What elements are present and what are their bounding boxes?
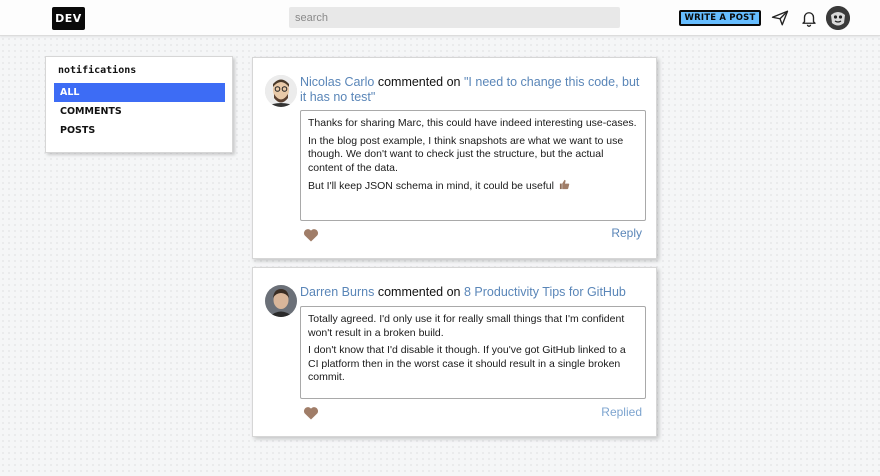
action-text: commented on	[377, 75, 461, 89]
comment-body: Totally agreed. I'd only use it for real…	[300, 306, 646, 399]
action-text: commented on	[377, 285, 461, 299]
user-avatar[interactable]	[826, 6, 850, 30]
notification-card: Nicolas Carlo commented on "I need to ch…	[252, 57, 657, 259]
comment-paragraph: I don't know that I'd disable it though.…	[308, 344, 626, 383]
comment-body: Thanks for sharing Marc, this could have…	[300, 110, 646, 221]
author-avatar[interactable]	[265, 75, 297, 107]
dev-logo[interactable]: DEV	[52, 7, 85, 30]
top-navigation-bar: DEV WRITE A POST	[0, 0, 880, 36]
author-avatar[interactable]	[265, 285, 297, 317]
post-title-link[interactable]: 8 Productivity Tips for GitHub	[464, 285, 626, 299]
send-icon[interactable]	[771, 9, 789, 27]
sidebar-item-comments[interactable]: COMMENTS	[54, 102, 225, 121]
comment-paragraph: But I'll keep JSON schema in mind, it co…	[308, 179, 638, 194]
comment-paragraph: In the blog post example, I think snapsh…	[308, 134, 624, 174]
sidebar-item-posts[interactable]: POSTS	[54, 121, 225, 140]
notifications-sidebar: notifications ALL COMMENTS POSTS	[45, 56, 233, 153]
sidebar-title: notifications	[58, 65, 137, 76]
heart-icon[interactable]	[303, 406, 319, 420]
replied-button[interactable]: Replied	[601, 405, 642, 419]
heart-icon[interactable]	[303, 228, 319, 242]
notification-header: Darren Burns commented on 8 Productivity…	[300, 285, 645, 300]
reply-button[interactable]: Reply	[611, 226, 642, 240]
notification-card: Darren Burns commented on 8 Productivity…	[252, 267, 657, 437]
sidebar-item-all[interactable]: ALL	[54, 83, 225, 102]
comment-paragraph: Totally agreed. I'd only use it for real…	[308, 313, 625, 339]
write-post-button[interactable]: WRITE A POST	[679, 10, 761, 26]
bell-icon[interactable]	[800, 9, 818, 27]
author-name-link[interactable]: Nicolas Carlo	[300, 75, 374, 89]
author-name-link[interactable]: Darren Burns	[300, 285, 374, 299]
notification-header: Nicolas Carlo commented on "I need to ch…	[300, 75, 645, 105]
search-input[interactable]	[289, 7, 620, 28]
thumbs-up-icon	[559, 179, 570, 190]
comment-paragraph: Thanks for sharing Marc, this could have…	[308, 117, 637, 129]
